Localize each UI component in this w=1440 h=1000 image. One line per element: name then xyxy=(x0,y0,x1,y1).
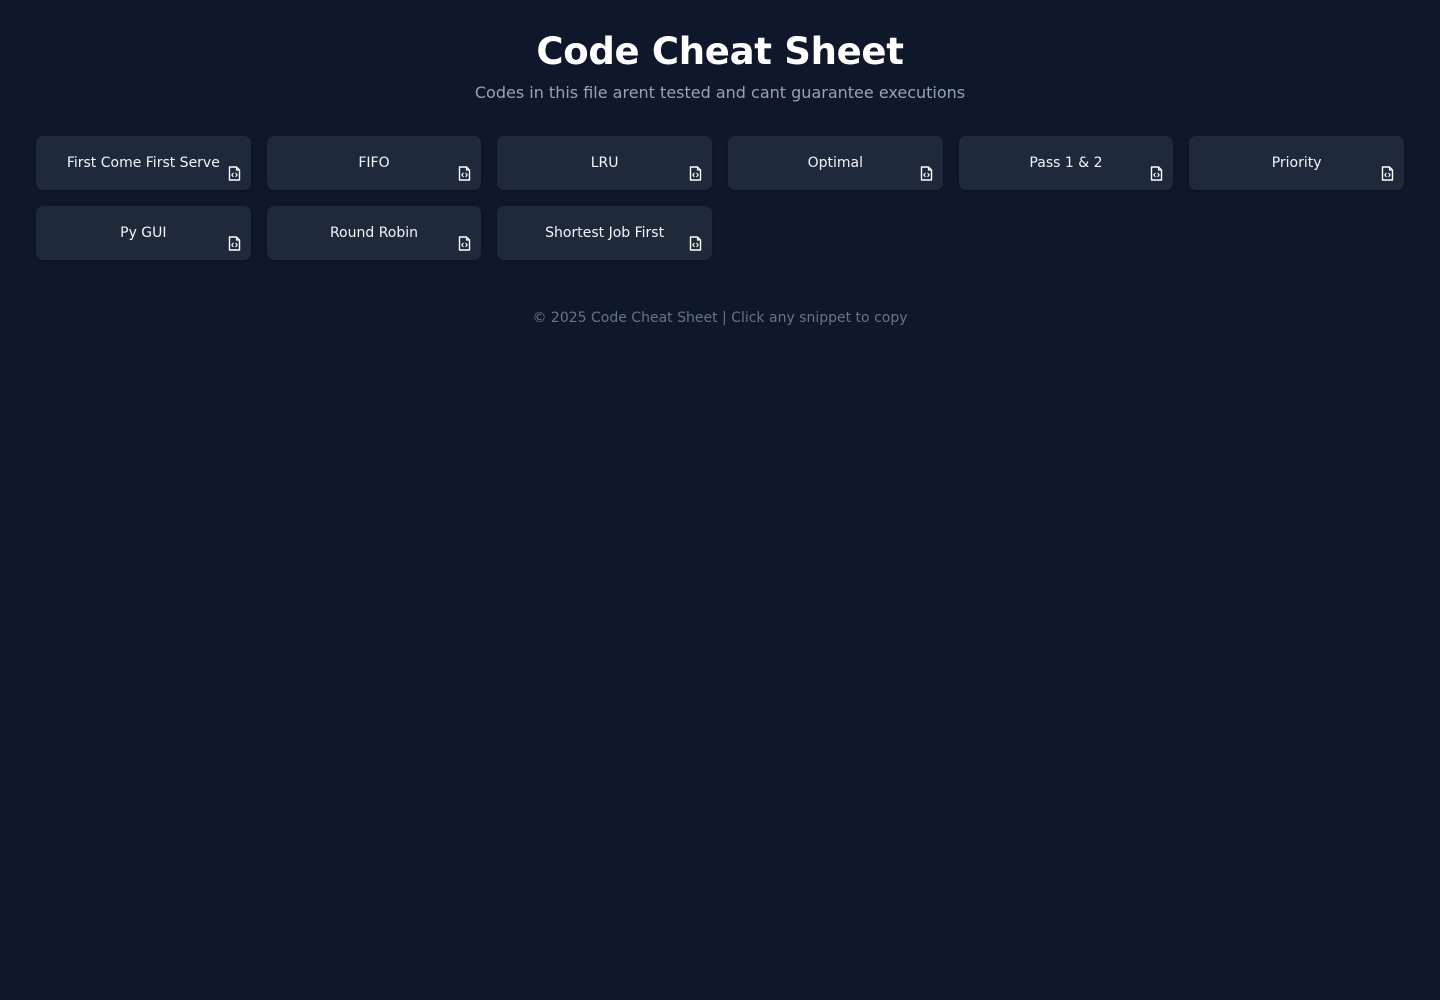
file-code-icon xyxy=(689,166,702,181)
file-code-icon xyxy=(1381,166,1394,181)
snippet-card-shortest-job-first[interactable]: Shortest Job First xyxy=(497,206,712,260)
snippet-card-priority[interactable]: Priority xyxy=(1189,136,1404,190)
snippet-grid: First Come First Serve FIFO LRU Optimal … xyxy=(36,136,1404,260)
snippet-label: Round Robin xyxy=(329,224,419,241)
page-subtitle: Codes in this file arent tested and cant… xyxy=(474,83,966,102)
snippet-label: FIFO xyxy=(358,154,390,171)
snippet-card-round-robin[interactable]: Round Robin xyxy=(266,206,482,260)
page-title: Code Cheat Sheet xyxy=(536,30,904,73)
snippet-card-optimal[interactable]: Optimal xyxy=(727,136,943,190)
file-code-icon xyxy=(228,236,240,251)
snippet-label: Shortest Job First xyxy=(545,224,665,241)
page-header: Code Cheat Sheet Codes in this file aren… xyxy=(0,0,1440,104)
file-code-icon xyxy=(459,166,471,181)
snippet-card-lru[interactable]: LRU xyxy=(497,136,712,190)
snippet-label: First Come First Serve xyxy=(66,154,220,171)
snippet-label: LRU xyxy=(590,154,619,171)
file-code-icon xyxy=(920,166,932,181)
snippet-label: Optimal xyxy=(807,154,863,171)
snippet-card-py-gui[interactable]: Py GUI xyxy=(36,206,251,260)
snippet-card-fifo[interactable]: FIFO xyxy=(266,136,482,190)
snippet-label: Pass 1 & 2 xyxy=(1029,154,1103,171)
snippet-card-first-come-first-serve[interactable]: First Come First Serve xyxy=(36,136,251,190)
snippet-card-pass-1-2[interactable]: Pass 1 & 2 xyxy=(958,136,1174,190)
footer-text: © 2025 Code Cheat Sheet | Click any snip… xyxy=(532,310,908,326)
snippet-label: Priority xyxy=(1271,154,1322,171)
page-footer: © 2025 Code Cheat Sheet | Click any snip… xyxy=(0,308,1440,328)
file-code-icon xyxy=(228,166,240,181)
file-code-icon xyxy=(1151,166,1163,181)
snippet-label: Py GUI xyxy=(120,224,167,241)
file-code-icon xyxy=(459,236,471,251)
file-code-icon xyxy=(689,236,702,251)
